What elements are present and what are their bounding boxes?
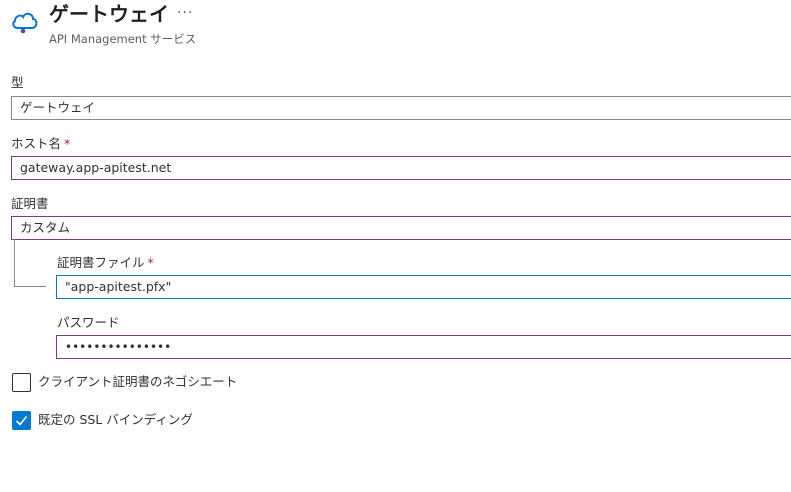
client-cert-negotiation-checkbox[interactable] bbox=[12, 373, 31, 392]
cloud-api-management-icon bbox=[10, 6, 40, 36]
password-input[interactable]: ••••••••••••••• bbox=[56, 335, 791, 359]
tree-connector-vertical bbox=[14, 239, 15, 287]
tree-connector-horizontal bbox=[14, 286, 46, 287]
default-ssl-binding-label: 既定の SSL バインディング bbox=[38, 412, 193, 427]
certificate-file-label: 証明書ファイル * bbox=[57, 255, 154, 271]
type-label: 型 bbox=[11, 75, 24, 90]
checkmark-icon bbox=[15, 415, 28, 426]
gateway-pane: ゲートウェイ ··· API Management サービス 型 ゲートウェイ … bbox=[0, 0, 791, 492]
hostname-label: ホスト名 * bbox=[11, 136, 70, 152]
certificate-label: 証明書 bbox=[11, 196, 49, 211]
required-marker: * bbox=[64, 136, 71, 151]
page-subtitle: API Management サービス bbox=[49, 32, 197, 46]
default-ssl-binding-checkbox[interactable] bbox=[12, 411, 31, 430]
hostname-label-text: ホスト名 bbox=[11, 136, 62, 151]
type-field[interactable]: ゲートウェイ bbox=[11, 96, 791, 120]
client-cert-negotiation-label: クライアント証明書のネゴシエート bbox=[38, 374, 238, 389]
page-title: ゲートウェイ bbox=[49, 2, 169, 26]
required-marker: * bbox=[147, 255, 154, 270]
certificate-dropdown[interactable]: カスタム bbox=[11, 216, 791, 240]
hostname-input[interactable]: gateway.app-apitest.net bbox=[11, 156, 791, 180]
certificate-file-input[interactable]: "app-apitest.pfx" bbox=[56, 275, 791, 299]
more-options-button[interactable]: ··· bbox=[177, 3, 193, 23]
password-label: パスワード bbox=[57, 315, 120, 330]
certificate-file-label-text: 証明書ファイル bbox=[57, 255, 145, 270]
